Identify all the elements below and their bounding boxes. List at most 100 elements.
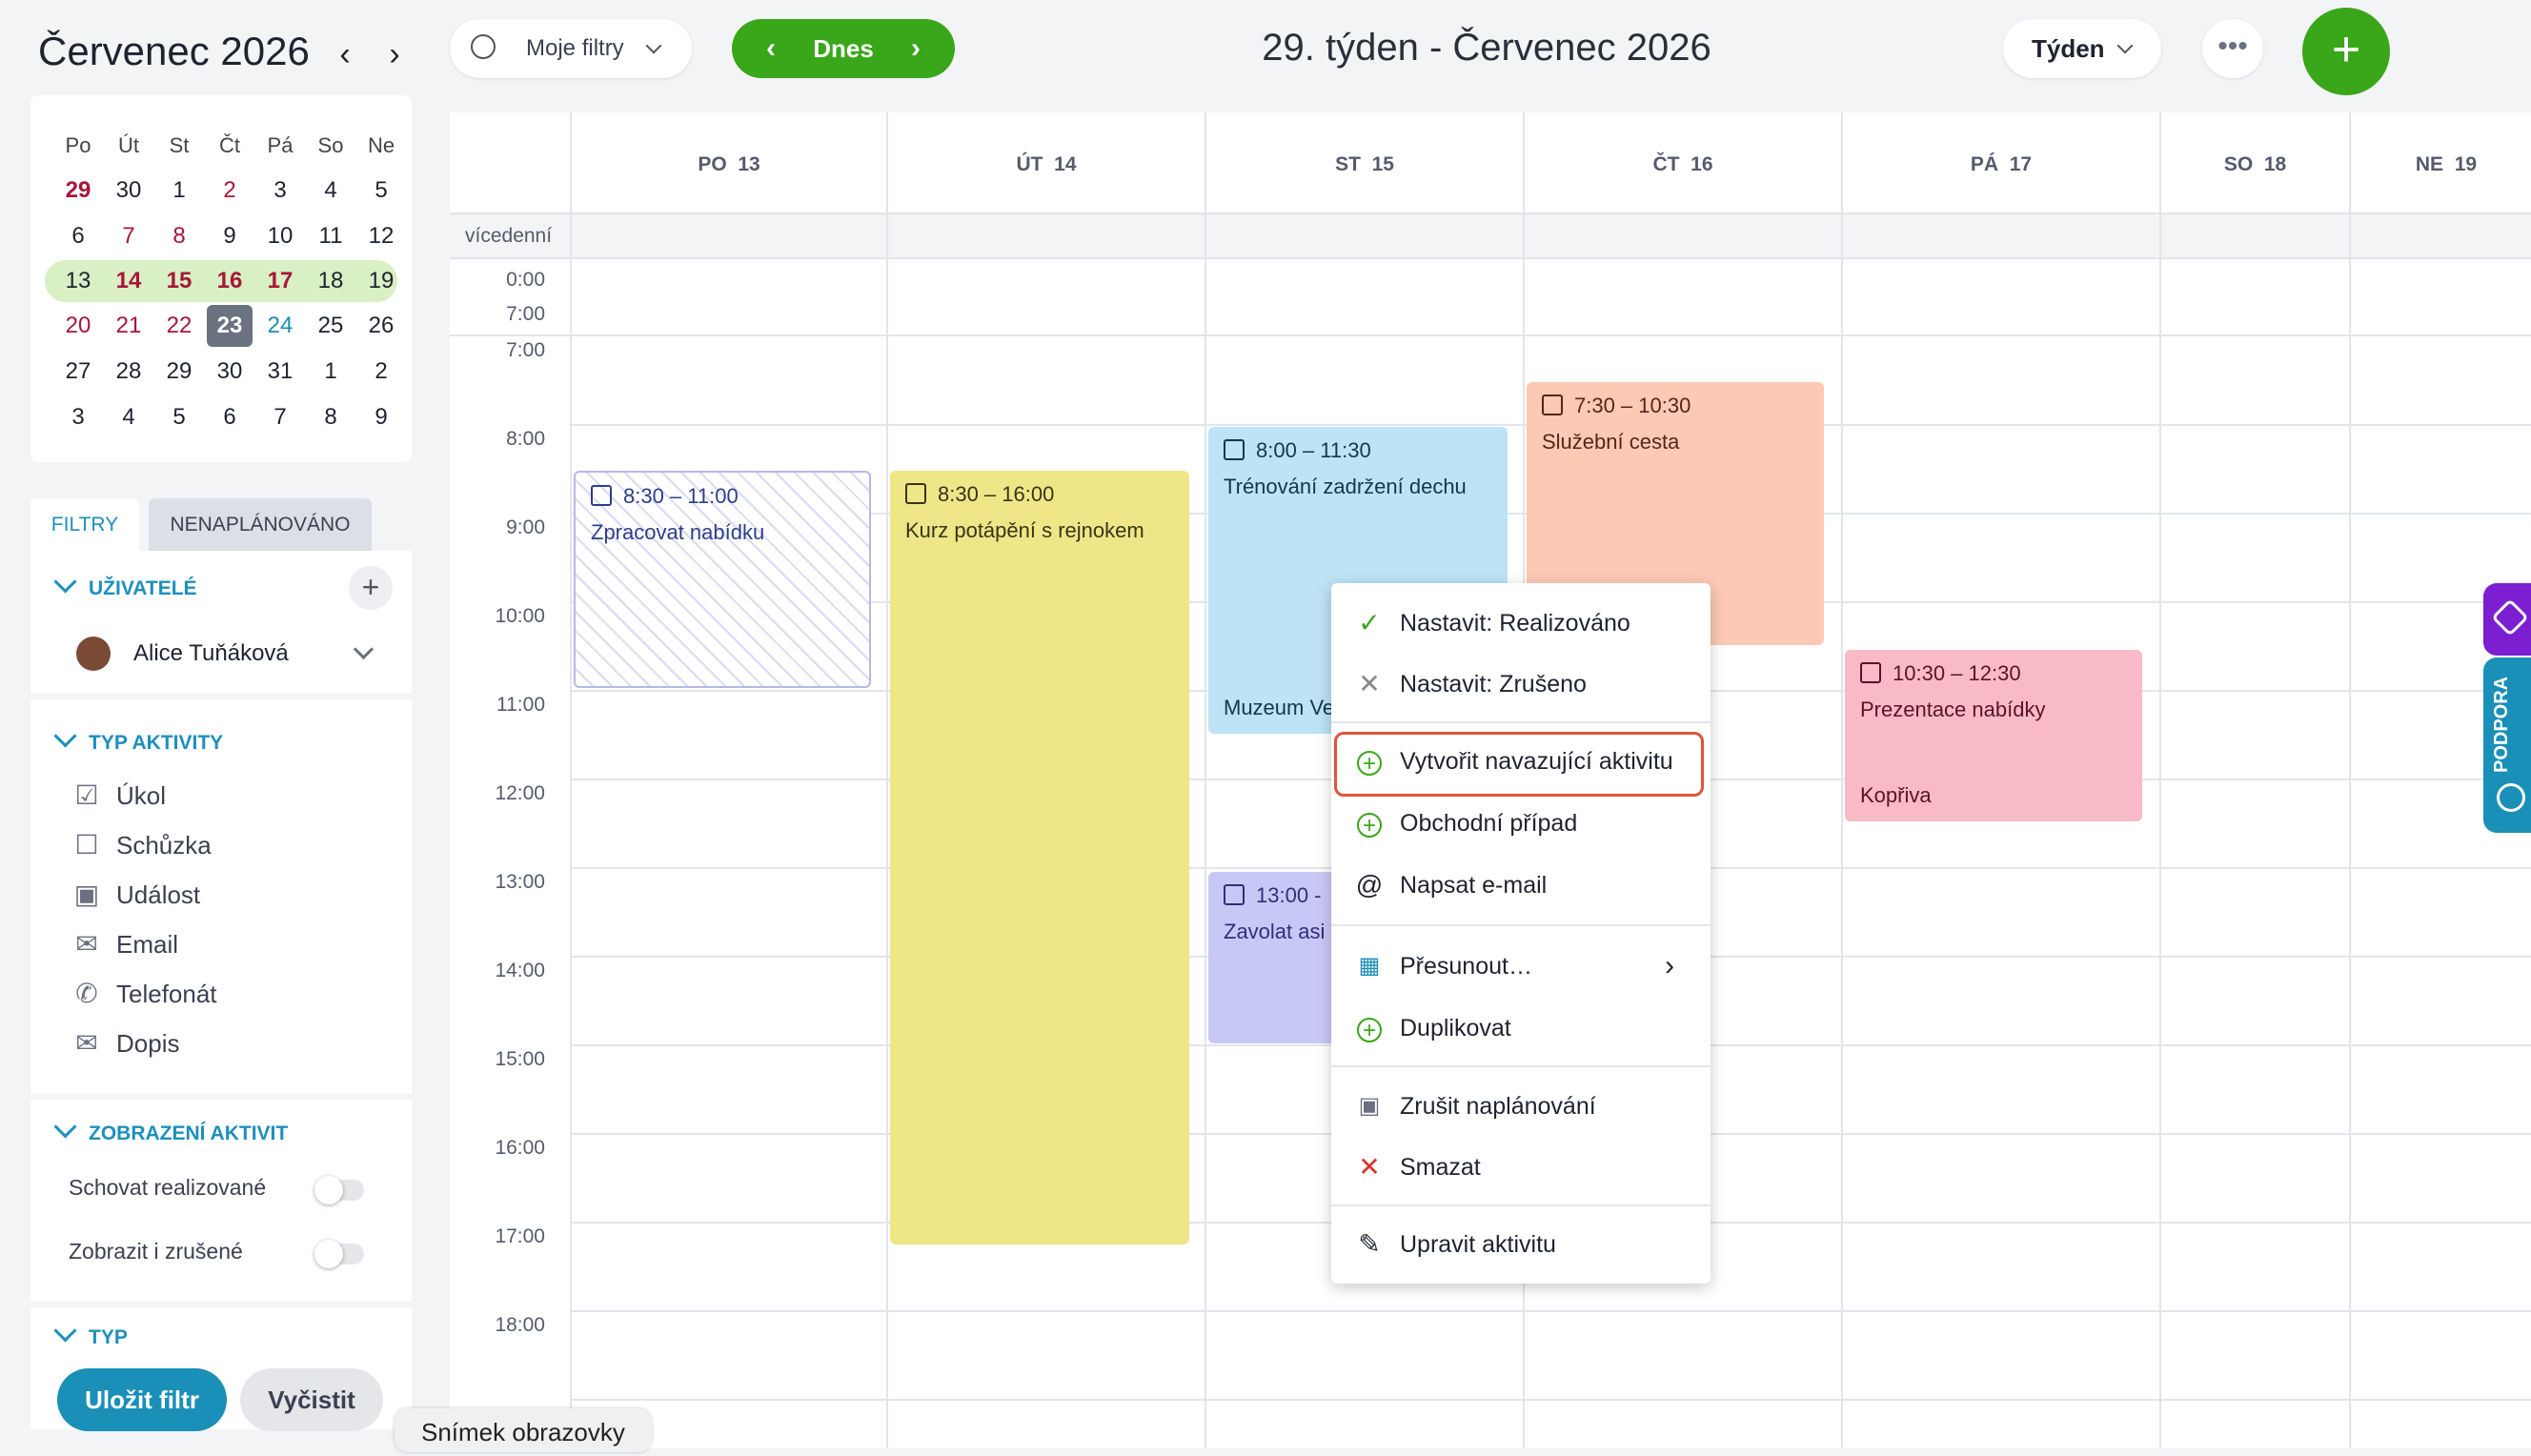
mini-cal-day[interactable]: 12 [358,215,404,257]
menu-move[interactable]: ▦ Přesunout… › [1331,939,1711,994]
menu-unschedule[interactable]: ▣ Zrušit naplánování [1331,1079,1711,1134]
mini-cal-day[interactable]: 26 [358,305,404,347]
time-label: 7:00 [506,339,545,361]
mini-cal-day[interactable]: 6 [207,396,253,438]
next-week-button[interactable]: › [892,19,940,78]
day-header-mon[interactable]: PO 13 [572,112,886,212]
time-label: 15:00 [495,1048,545,1070]
menu-duplicate[interactable]: + Duplikovat [1331,1001,1711,1056]
mini-cal-day[interactable]: 28 [106,351,152,393]
mini-cal-day[interactable]: 15 [156,260,202,302]
mini-cal-day[interactable]: 27 [55,351,101,393]
filters-panel: UŽIVATELÉ + Alice Tuňáková TYP AKTIVITY … [30,551,412,1429]
tab-unplanned[interactable]: NENAPLÁNOVÁNO [149,498,372,551]
mini-cal-day[interactable]: 18 [308,260,354,302]
mini-cal-day[interactable]: 22 [156,305,202,347]
type-phone[interactable]: ✆ Telefonát [71,978,216,1009]
pencil-icon: ✎ [1358,1229,1381,1259]
phone-icon: ✆ [75,979,98,1008]
mini-cal-day[interactable]: 8 [156,215,202,257]
time-label: 16:00 [495,1137,545,1159]
chevron-down-icon[interactable] [353,638,375,660]
mini-cal-day[interactable]: 29 [156,351,202,393]
my-filters-dropdown[interactable]: Moje filtry [450,19,692,78]
mini-cal-day[interactable]: 7 [257,396,303,438]
hide-done-toggle[interactable] [314,1176,364,1204]
type-event[interactable]: ▣ Událost [71,879,200,910]
mini-cal-day[interactable]: 4 [106,396,152,438]
weekday-header: Čt [219,133,240,157]
menu-set-cancelled[interactable]: ✕ Nastavit: Zrušeno [1331,657,1711,712]
type-email[interactable]: ✉ Email [71,928,178,960]
mini-cal-day[interactable]: 16 [207,260,253,302]
mini-cal-day[interactable]: 25 [308,305,354,347]
mini-cal-day[interactable]: 30 [106,170,152,212]
menu-write-email[interactable]: @ Napsat e-mail [1331,858,1711,913]
more-options-button[interactable]: ••• [2202,19,2263,78]
time-label: 12:00 [495,782,545,804]
mini-cal-day[interactable]: 5 [156,396,202,438]
day-header-tue[interactable]: ÚT 14 [888,112,1205,212]
clear-filter-button[interactable]: Vyčistit [240,1368,383,1431]
side-tab-feedback[interactable] [2483,583,2531,656]
view-dropdown[interactable]: Týden [2003,19,2161,78]
lifebuoy-icon [2497,783,2525,812]
mini-cal-day[interactable]: 24 [257,305,303,347]
mini-cal-day[interactable]: 1 [308,351,354,393]
menu-edit[interactable]: ✎ Upravit aktivitu [1331,1217,1711,1272]
mini-cal-day[interactable]: 21 [106,305,152,347]
mini-cal-day[interactable]: 7 [106,215,152,257]
mini-cal-day[interactable]: 23 [207,305,253,347]
mini-cal-day[interactable]: 4 [308,170,354,212]
day-header-sat[interactable]: SO 18 [2161,112,2349,212]
mini-cal-day[interactable]: 3 [55,396,101,438]
tab-filters[interactable]: FILTRY [30,498,139,551]
today-button[interactable]: Dnes [813,34,874,63]
mini-cal-day[interactable]: 1 [156,170,202,212]
event-prezentace-nabidky[interactable]: 10:30 – 12:30 Prezentace nabídky Kopřiva [1845,650,2142,821]
mini-cal-day[interactable]: 5 [358,170,404,212]
mini-cal-day[interactable]: 2 [358,351,404,393]
mini-cal-day[interactable]: 9 [207,215,253,257]
display-section-toggle[interactable]: ZOBRAZENÍ AKTIVIT [53,1115,288,1145]
mini-cal-day[interactable]: 3 [257,170,303,212]
event-location: Muzeum Ve [1224,696,1335,719]
mini-cal-day[interactable]: 30 [207,351,253,393]
type-letter[interactable]: ✉ Dopis [71,1027,179,1059]
mini-cal-day[interactable]: 6 [55,215,101,257]
mini-cal-day[interactable]: 13 [55,260,101,302]
save-filter-button[interactable]: Uložit filtr [57,1368,227,1431]
mini-cal-day[interactable]: 19 [358,260,404,302]
mini-cal-day[interactable]: 31 [257,351,303,393]
event-zpracovat-nabidku[interactable]: 8:30 – 11:00 Zpracovat nabídku [574,471,871,688]
day-header-wed[interactable]: ST 15 [1206,112,1523,212]
type-meeting[interactable]: ☐ Schůzka [71,829,211,860]
prev-week-button[interactable]: ‹ [747,19,795,78]
type-section-toggle[interactable]: TYP [53,1319,128,1349]
mini-cal-day[interactable]: 8 [308,396,354,438]
calendar-x-icon: ▣ [1358,1093,1381,1119]
mini-cal-day[interactable]: 29 [55,170,101,212]
mini-cal-day[interactable]: 14 [106,260,152,302]
prev-month-button[interactable]: ‹ [328,36,362,73]
mini-cal-day[interactable]: 10 [257,215,303,257]
mini-cal-day[interactable]: 11 [308,215,354,257]
menu-business-case[interactable]: + Obchodní případ [1331,796,1711,851]
event-kurz-potapeni[interactable]: 8:30 – 16:00 Kurz potápění s rejnokem [890,471,1189,1244]
mini-cal-day[interactable]: 9 [358,396,404,438]
users-section-toggle[interactable]: UŽIVATELÉ [53,570,197,600]
mini-cal-day[interactable]: 2 [207,170,253,212]
show-cancelled-toggle[interactable] [314,1240,364,1268]
day-header-thu[interactable]: ČT 16 [1525,112,1841,212]
activity-type-section-toggle[interactable]: TYP AKTIVITY [53,724,223,755]
add-user-button[interactable]: + [349,566,393,610]
mini-cal-day[interactable]: 20 [55,305,101,347]
menu-set-done[interactable]: ✓ Nastavit: Realizováno [1331,596,1711,651]
day-header-fri[interactable]: PÁ 17 [1843,112,2159,212]
type-task[interactable]: ☑ Úkol [71,779,166,811]
mini-cal-day[interactable]: 17 [257,260,303,302]
add-activity-button[interactable]: + [2302,8,2390,95]
next-month-button[interactable]: › [377,36,412,73]
menu-delete[interactable]: ✕ Smazat [1331,1140,1711,1195]
day-header-sun[interactable]: NE 19 [2351,112,2531,212]
